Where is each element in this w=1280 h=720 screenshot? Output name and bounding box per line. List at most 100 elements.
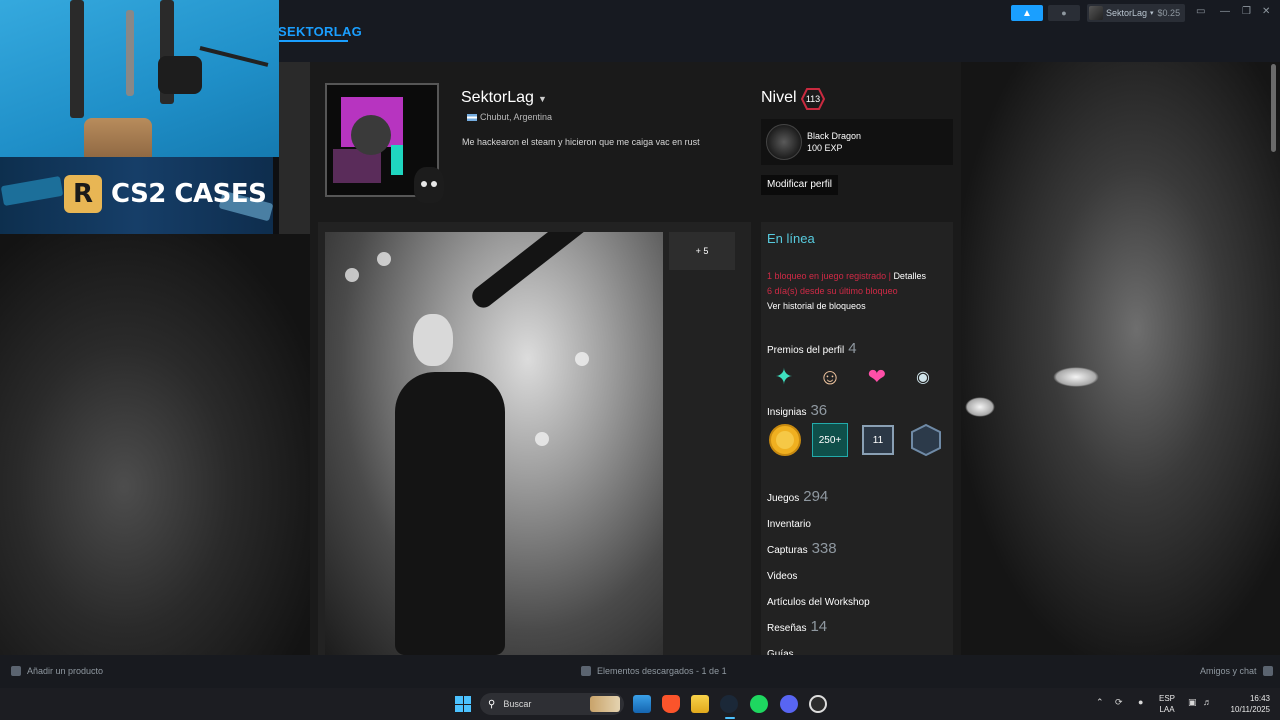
windows-taskbar: ⚲ Buscar ⌃ ⟳ ● ESP LAA ▣ ♬ 16:43 10/11/2…	[0, 688, 1280, 720]
awards-section-link[interactable]: Premios del perfil 4	[767, 340, 857, 357]
performer-head	[413, 314, 453, 366]
dragon-badge-icon	[766, 124, 802, 160]
nav-active-underline	[278, 40, 348, 42]
badges-section-link[interactable]: Insignias 36	[767, 402, 827, 419]
chevron-down-icon: ▼	[537, 94, 547, 104]
file-explorer-icon[interactable]	[691, 695, 709, 713]
badges-count: 36	[810, 402, 828, 419]
discord-icon[interactable]	[780, 695, 798, 713]
ban-status: 1 bloqueo en juego registrado | Detalles	[767, 271, 926, 281]
tray-overflow-icon[interactable]: ⌃	[1096, 697, 1104, 708]
badges-label: Insignias	[767, 407, 807, 418]
edit-profile-button[interactable]: Modificar perfil	[761, 175, 839, 195]
friends-chat-button[interactable]: Amigos y chat	[1200, 666, 1273, 676]
badge-250-plus[interactable]: 250+	[812, 423, 848, 457]
background-eye-left	[965, 397, 995, 417]
games-count: 294	[803, 488, 829, 505]
award-clown-icon[interactable]: ☺	[815, 362, 845, 392]
profile-name-text: SektorLag	[461, 89, 534, 106]
language-indicator[interactable]: ESP LAA	[1159, 693, 1175, 715]
clock-date: 10/11/2025	[1230, 705, 1270, 714]
games-section-link[interactable]: Juegos 294	[767, 488, 828, 505]
screenshots-count: 338	[811, 540, 837, 557]
featured-badge-name: Black Dragon	[807, 131, 862, 141]
taskbar-search[interactable]: ⚲ Buscar	[480, 693, 624, 715]
background-eye-right	[1053, 367, 1099, 387]
network-icon[interactable]: ▣	[1188, 697, 1197, 708]
avatar-frame-cat	[414, 167, 444, 203]
profile-background-right	[961, 62, 1280, 655]
volume-icon[interactable]: ♬	[1203, 697, 1212, 707]
notifications-button[interactable]: ●	[1048, 5, 1080, 21]
games-label: Juegos	[767, 493, 800, 504]
level-value: 113	[805, 94, 821, 104]
level-label: Nivel	[761, 89, 797, 106]
award-comet-icon[interactable]: ✦	[769, 362, 799, 392]
chevron-down-icon: ▾	[1150, 10, 1154, 17]
ban-count-text: 1 bloqueo en juego registrado	[767, 271, 887, 281]
add-product-label: Añadir un producto	[27, 666, 104, 676]
spotify-icon[interactable]	[750, 695, 768, 713]
account-menu[interactable]: SektorLag ▾ $0.25	[1087, 4, 1185, 22]
webcam-mic-arm	[199, 46, 269, 67]
reviews-section-link[interactable]: Reseñas 14	[767, 618, 827, 635]
awards-count: 4	[848, 340, 857, 357]
nav-profile-tab[interactable]: SEKTORLAG	[278, 24, 362, 39]
awards-label: Premios del perfil	[767, 345, 845, 356]
profile-background-left	[0, 234, 310, 655]
inventory-link[interactable]: Inventario	[767, 519, 811, 530]
ban-history-link[interactable]: Ver historial de bloqueos	[767, 301, 866, 311]
keyboard-layout: LAA	[1159, 705, 1175, 714]
steam-app-icon[interactable]	[720, 695, 738, 713]
featured-badge[interactable]: Black Dragon 100 EXP	[761, 119, 953, 165]
profile-location-text: Chubut, Argentina	[480, 112, 553, 122]
avatar-art-3	[351, 115, 391, 155]
featured-badge-exp: 100 EXP	[807, 143, 843, 153]
ban-days-since: 6 día(s) desde su último bloqueo	[767, 286, 898, 296]
profile-summary: Me hackearon el steam y hicieron que me …	[462, 137, 700, 147]
badge-years-service[interactable]: 11	[862, 425, 894, 455]
banner-logo: R	[64, 175, 102, 213]
sync-icon[interactable]: ⟳	[1115, 697, 1123, 708]
showcase-screenshot[interactable]	[325, 232, 663, 655]
avatar-art-4	[391, 145, 403, 175]
download-icon	[581, 666, 591, 676]
showcase-more-button[interactable]: + 5	[669, 232, 735, 270]
close-icon[interactable]: ✕	[1262, 6, 1270, 17]
add-product-button[interactable]: Añadir un producto	[11, 666, 103, 676]
reviews-count: 14	[810, 618, 828, 635]
clock-time: 16:43	[1249, 694, 1270, 703]
stage-light	[377, 252, 391, 266]
ban-details-link[interactable]: Detalles	[893, 271, 926, 281]
webcam-tool	[126, 10, 134, 96]
taskbar-clock[interactable]: 16:43 10/11/2025	[1226, 693, 1270, 715]
webcam-microphone	[158, 56, 202, 94]
photos-app-icon[interactable]	[633, 695, 651, 713]
active-app-indicator	[725, 717, 735, 719]
brave-browser-icon[interactable]	[662, 695, 680, 713]
app-icon[interactable]	[809, 695, 827, 713]
screenshots-section-link[interactable]: Capturas 338	[767, 540, 837, 557]
windows-start-icon[interactable]	[455, 696, 471, 712]
minimize-icon[interactable]: —	[1220, 6, 1230, 17]
big-picture-icon[interactable]: ▭	[1196, 6, 1205, 17]
workshop-link[interactable]: Artículos del Workshop	[767, 597, 870, 608]
stage-light	[535, 432, 549, 446]
stage-light	[575, 352, 589, 366]
friends-chat-label: Amigos y chat	[1200, 666, 1257, 676]
webcam-guitar-1	[70, 0, 84, 118]
profile-name[interactable]: SektorLag ▼	[461, 89, 547, 107]
badge-community-icon[interactable]	[908, 423, 944, 457]
webcam-chair	[84, 118, 152, 157]
downloads-button[interactable]: Elementos descargados - 1 de 1	[581, 666, 727, 676]
announcements-button[interactable]: ▲	[1011, 5, 1043, 21]
award-orb-icon[interactable]: ◉	[908, 362, 938, 392]
performer-body	[395, 372, 505, 655]
profile-background-left-top	[279, 62, 310, 234]
videos-link[interactable]: Videos	[767, 571, 797, 582]
microphone-icon[interactable]: ●	[1138, 697, 1143, 707]
badge-coin-icon[interactable]	[767, 423, 803, 457]
award-heart-icon[interactable]: ❤	[862, 362, 892, 392]
page-scrollbar[interactable]	[1271, 64, 1276, 152]
maximize-icon[interactable]: ❐	[1242, 6, 1251, 17]
